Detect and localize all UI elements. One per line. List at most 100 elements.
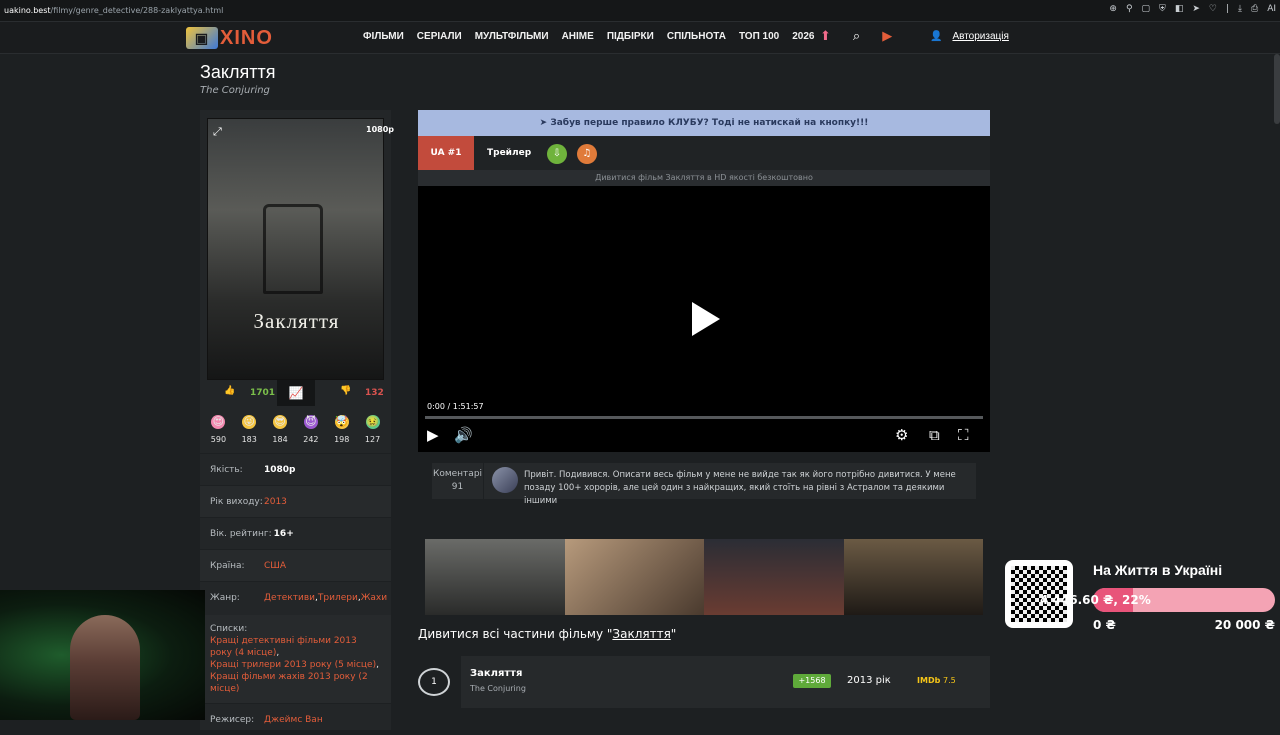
- nav-collections[interactable]: ПІДБІРКИ: [607, 31, 654, 42]
- nav-top100[interactable]: ТОП 100: [739, 31, 779, 42]
- original-title: The Conjuring: [200, 85, 270, 96]
- parts-heading-link[interactable]: Закляття: [612, 627, 670, 641]
- player-tabs: UA #1 Трейлер ⇩ ♫: [418, 136, 990, 170]
- info-row-genre: Жанр: Детективи, Трилери, Жахи: [200, 581, 391, 613]
- comments-label: Коментарі: [432, 469, 483, 479]
- like-icon[interactable]: 👍: [224, 386, 235, 396]
- country-link[interactable]: США: [264, 561, 286, 571]
- list-link[interactable]: Кращі трилери 2013 року (5 місце): [210, 660, 376, 670]
- dislike-icon[interactable]: 👎: [340, 386, 351, 396]
- info-row-country: Країна: США: [200, 549, 391, 581]
- main-menu: ФІЛЬМИ СЕРІАЛИ МУЛЬТФІЛЬМИ АНІМЕ ПІДБІРК…: [363, 31, 814, 42]
- genre-link[interactable]: Трилери: [318, 593, 358, 603]
- gift-icon[interactable]: ⬆: [820, 29, 831, 44]
- ai-button[interactable]: AI: [1267, 4, 1276, 14]
- part-card[interactable]: Закляття The Conjuring +1568 2013 рік IM…: [461, 656, 990, 708]
- poster-title: Закляття: [253, 309, 340, 333]
- expand-icon[interactable]: ⤢: [213, 125, 222, 139]
- donation-max: 20 000 ₴: [1214, 618, 1275, 632]
- torrent-icon[interactable]: ⇩: [547, 144, 567, 164]
- page-icon[interactable]: ▢: [1142, 4, 1151, 14]
- popout-icon[interactable]: ⧉: [929, 426, 940, 444]
- shield-icon[interactable]: ⛨: [1159, 4, 1166, 14]
- tab-trailer[interactable]: Трейлер: [487, 136, 531, 170]
- genre-link[interactable]: Детективи: [264, 593, 315, 603]
- pin-icon[interactable]: ⚲: [1126, 4, 1133, 14]
- music-icon[interactable]: ♫: [577, 144, 597, 164]
- download-icon[interactable]: ⤓: [1238, 4, 1242, 14]
- url-host: uakino.best: [4, 6, 51, 15]
- fullscreen-icon[interactable]: ⛶: [958, 426, 969, 444]
- nav-community[interactable]: СПІЛЬНОТА: [667, 31, 726, 42]
- reaction-tongue[interactable]: 😜 183: [242, 415, 257, 444]
- big-play-icon[interactable]: [692, 302, 720, 336]
- vote-bar: 👍 1701 📈 👎 132: [200, 378, 391, 406]
- shocked-face-icon: 🤯: [334, 415, 349, 429]
- screenshot-2[interactable]: [564, 539, 704, 615]
- list-link[interactable]: Кращі детективні фільми 2013 року (4 міс…: [210, 636, 357, 658]
- cart-icon[interactable]: ⎙: [1251, 4, 1258, 14]
- settings-icon[interactable]: ⚙: [895, 426, 908, 444]
- part-row[interactable]: 1 Закляття The Conjuring +1568 2013 рік …: [418, 656, 990, 708]
- chart-icon[interactable]: 📈: [277, 380, 315, 406]
- year-link[interactable]: 2013: [264, 497, 287, 507]
- nav-films[interactable]: ФІЛЬМИ: [363, 31, 404, 42]
- site-logo[interactable]: ▣ XINO: [186, 26, 273, 50]
- sick-face-icon: 🤢: [365, 415, 380, 429]
- reaction-heart-eyes[interactable]: 😍 590: [211, 415, 226, 444]
- cool-face-icon: 😎: [273, 415, 288, 429]
- comments-count: 91: [451, 482, 464, 492]
- separator-icon: |: [1225, 4, 1229, 14]
- reaction-count: 242: [303, 435, 319, 444]
- reaction-devil[interactable]: 😈 242: [303, 415, 319, 444]
- movie-info-panel: ⤢ 1080p Закляття 👍 1701 📈 👎 132 😍 590 😜 18…: [200, 110, 394, 730]
- browser-url-bar[interactable]: uakino.best/filmy/genre_detective/288-za…: [0, 0, 1280, 22]
- nav-2026[interactable]: 2026: [792, 31, 814, 42]
- part-title: Закляття: [470, 668, 523, 679]
- avatar: [492, 467, 518, 493]
- nav-anime[interactable]: АНІМЕ: [562, 31, 594, 42]
- streamer-figure: [70, 615, 140, 720]
- heart-icon[interactable]: ♡: [1209, 4, 1217, 14]
- volume-icon[interactable]: 🔊: [454, 426, 473, 444]
- movie-poster[interactable]: ⤢ 1080p Закляття: [207, 118, 394, 380]
- info-value: 16+: [273, 528, 294, 539]
- page-scrollbar[interactable]: [1274, 54, 1280, 124]
- donation-min: 0 ₴: [1093, 618, 1116, 632]
- latest-comment[interactable]: Коментарі 91 Привіт. Подивився. Описати …: [432, 463, 976, 506]
- zoom-icon[interactable]: ⊕: [1109, 4, 1117, 14]
- reaction-shocked[interactable]: 🤯 198: [334, 415, 349, 444]
- video-player[interactable]: ➤ Забув перше правило КЛУБУ? Тоді не нат…: [418, 110, 990, 452]
- watch-caption: Дивитися фільм Закляття в HD якості безк…: [418, 170, 990, 186]
- nav-series[interactable]: СЕРІАЛИ: [417, 31, 462, 42]
- webcam-overlay: [0, 590, 205, 720]
- search-icon[interactable]: ⌕: [853, 29, 860, 44]
- reaction-count: 183: [241, 435, 257, 444]
- reaction-count: 198: [334, 435, 350, 444]
- progress-bar[interactable]: [425, 416, 983, 419]
- list-link[interactable]: Кращі фільми жахів 2013 року (2 місце): [210, 672, 368, 694]
- reaction-sick[interactable]: 🤢 127: [365, 415, 380, 444]
- devil-face-icon: 😈: [303, 415, 318, 429]
- donation-title: На Життя в Україні: [1093, 562, 1223, 578]
- telegram-icon: ➤: [539, 118, 551, 128]
- screenshot-3[interactable]: [704, 539, 844, 615]
- send-icon[interactable]: ➤: [1192, 4, 1200, 14]
- club-banner[interactable]: ➤ Забув перше правило КЛУБУ? Тоді не нат…: [418, 110, 990, 136]
- info-row-year: Рік виходу: 2013: [200, 485, 391, 517]
- reaction-cool[interactable]: 😎 184: [272, 415, 288, 444]
- screenshot-1[interactable]: [425, 539, 565, 615]
- play-icon[interactable]: ▶: [882, 29, 892, 44]
- logo-text: XINO: [220, 26, 273, 49]
- auth-link[interactable]: 👤 Авторизація: [930, 31, 1009, 42]
- genre-link[interactable]: Жахи: [361, 593, 387, 603]
- screenshot-4[interactable]: [843, 539, 983, 615]
- tab-ua1[interactable]: UA #1: [418, 136, 474, 170]
- reaction-count: 590: [210, 435, 227, 444]
- part-score-badge: +1568: [793, 674, 831, 688]
- extension-icon[interactable]: ◧: [1175, 4, 1184, 14]
- auth-label: Авторизація: [952, 31, 1009, 42]
- play-icon[interactable]: ▶: [427, 426, 439, 444]
- nav-cartoons[interactable]: МУЛЬТФІЛЬМИ: [475, 31, 549, 42]
- comments-counter[interactable]: Коментарі 91: [432, 463, 484, 499]
